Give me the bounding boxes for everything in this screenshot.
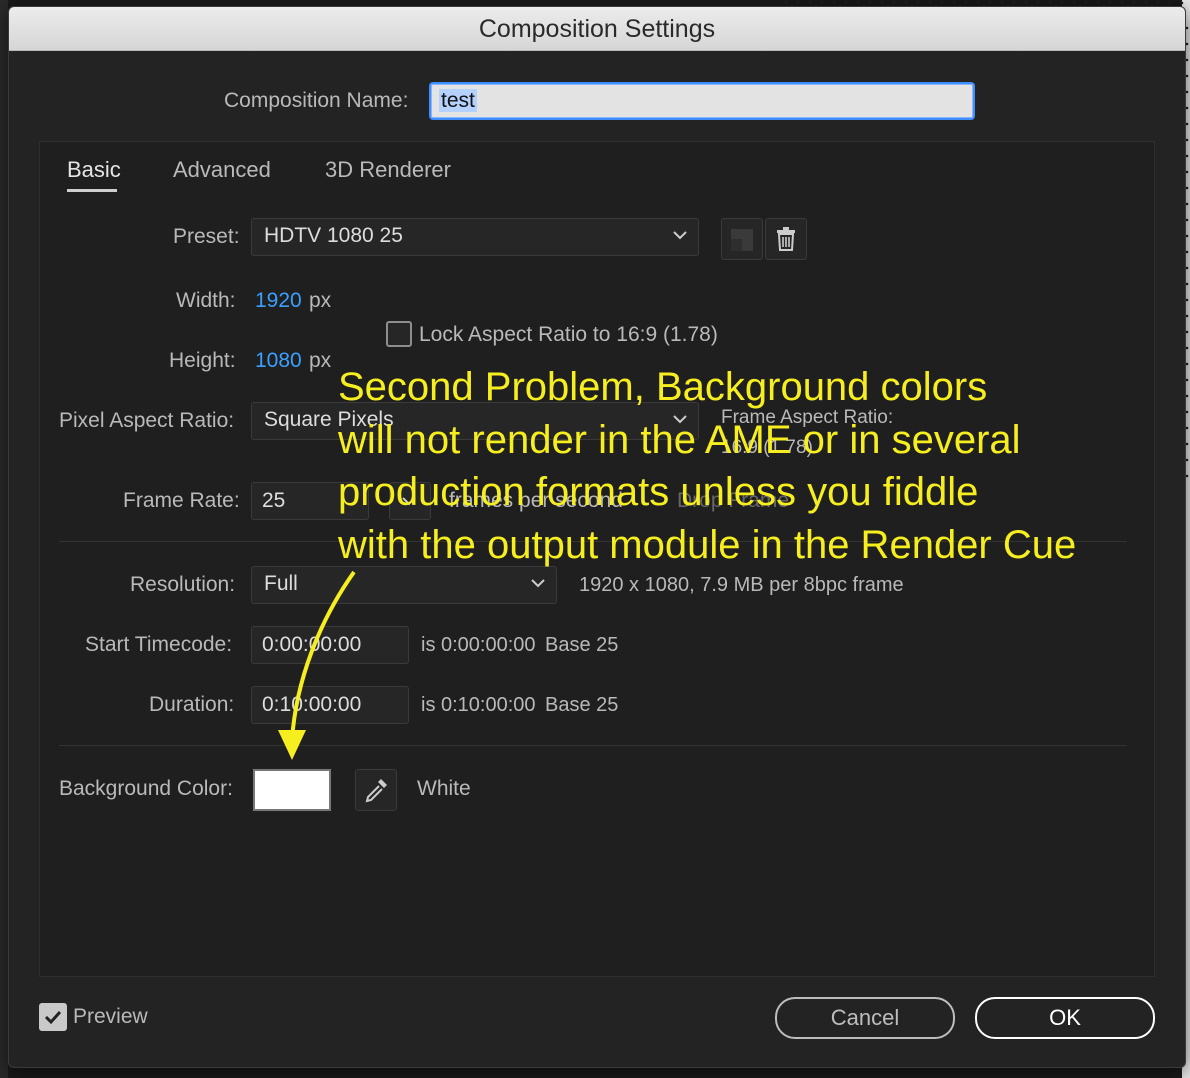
duration-label: Duration: — [149, 693, 235, 716]
resolution-value: Full — [264, 572, 298, 595]
preview-checkbox[interactable] — [39, 1003, 67, 1031]
save-preset-icon — [731, 229, 753, 251]
composition-name-input[interactable]: test — [429, 82, 975, 120]
dialog-title: Composition Settings — [478, 15, 716, 43]
title-bar[interactable]: Composition Settings — [9, 7, 1185, 51]
preview-label: Preview — [73, 1005, 148, 1028]
lock-aspect-label: Lock Aspect Ratio to 16:9 (1.78) — [419, 323, 718, 346]
checkmark-icon — [44, 1010, 62, 1025]
height-unit: px — [309, 349, 332, 372]
chevron-down-icon — [673, 231, 687, 240]
active-tab-indicator — [67, 189, 117, 192]
annotation-line: with the output module in the Render Cue — [338, 522, 1077, 567]
frame-rate-value: 25 — [262, 489, 286, 512]
height-label: Height: — [169, 349, 236, 372]
duration-base: Base 25 — [545, 694, 619, 716]
ok-button[interactable]: OK — [975, 997, 1155, 1039]
width-unit: px — [309, 289, 332, 312]
start-timecode-base: Base 25 — [545, 634, 619, 656]
annotation-text: Second Problem, Background colors will n… — [338, 361, 1158, 571]
start-timecode-label: Start Timecode: — [85, 633, 233, 656]
trash-icon — [777, 227, 795, 251]
section-divider — [59, 745, 1127, 746]
delete-preset-button[interactable] — [765, 218, 807, 260]
width-label: Width: — [176, 289, 236, 312]
resolution-info: 1920 x 1080, 7.9 MB per 8bpc frame — [579, 574, 904, 596]
start-timecode-field[interactable]: 0:00:00:00 — [251, 626, 409, 664]
tab-3d-renderer[interactable]: 3D Renderer — [325, 157, 451, 183]
start-timecode-is: is 0:00:00:00 — [421, 634, 536, 656]
preset-label: Preset: — [173, 225, 240, 248]
width-value[interactable]: 1920 — [255, 289, 302, 313]
duration-is: is 0:10:00:00 — [421, 694, 536, 716]
start-timecode-value: 0:00:00:00 — [262, 633, 362, 656]
annotation-line: Second Problem, Background colors — [338, 365, 988, 409]
composition-name-value: test — [439, 89, 477, 112]
lock-aspect-checkbox[interactable] — [386, 321, 412, 347]
height-value[interactable]: 1080 — [255, 349, 302, 373]
annotation-line: will not render in the AME or in several — [338, 417, 1021, 462]
eyedropper-button[interactable] — [355, 769, 397, 811]
save-preset-button[interactable] — [721, 218, 763, 260]
duration-value: 0:10:00:00 — [262, 693, 362, 716]
background-app-left — [0, 0, 8, 1078]
annotation-line: production formats unless you fiddle — [338, 470, 979, 514]
composition-name-label: Composition Name: — [224, 89, 409, 112]
resolution-label: Resolution: — [130, 573, 236, 596]
eyedropper-icon — [365, 779, 387, 803]
background-color-label: Background Color: — [59, 777, 233, 800]
duration-field[interactable]: 0:10:00:00 — [251, 686, 409, 724]
background-color-swatch[interactable] — [252, 768, 332, 812]
chevron-down-icon — [531, 579, 545, 588]
cancel-button[interactable]: Cancel — [775, 997, 955, 1039]
resolution-dropdown[interactable]: Full — [251, 566, 557, 604]
background-color-name: White — [417, 777, 471, 800]
preset-value: HDTV 1080 25 — [264, 224, 403, 247]
frame-rate-label: Frame Rate: — [123, 489, 240, 512]
preset-dropdown[interactable]: HDTV 1080 25 — [251, 218, 699, 256]
tab-basic[interactable]: Basic — [67, 157, 121, 183]
tab-advanced[interactable]: Advanced — [173, 157, 271, 183]
pixel-aspect-label: Pixel Aspect Ratio: — [59, 409, 235, 432]
